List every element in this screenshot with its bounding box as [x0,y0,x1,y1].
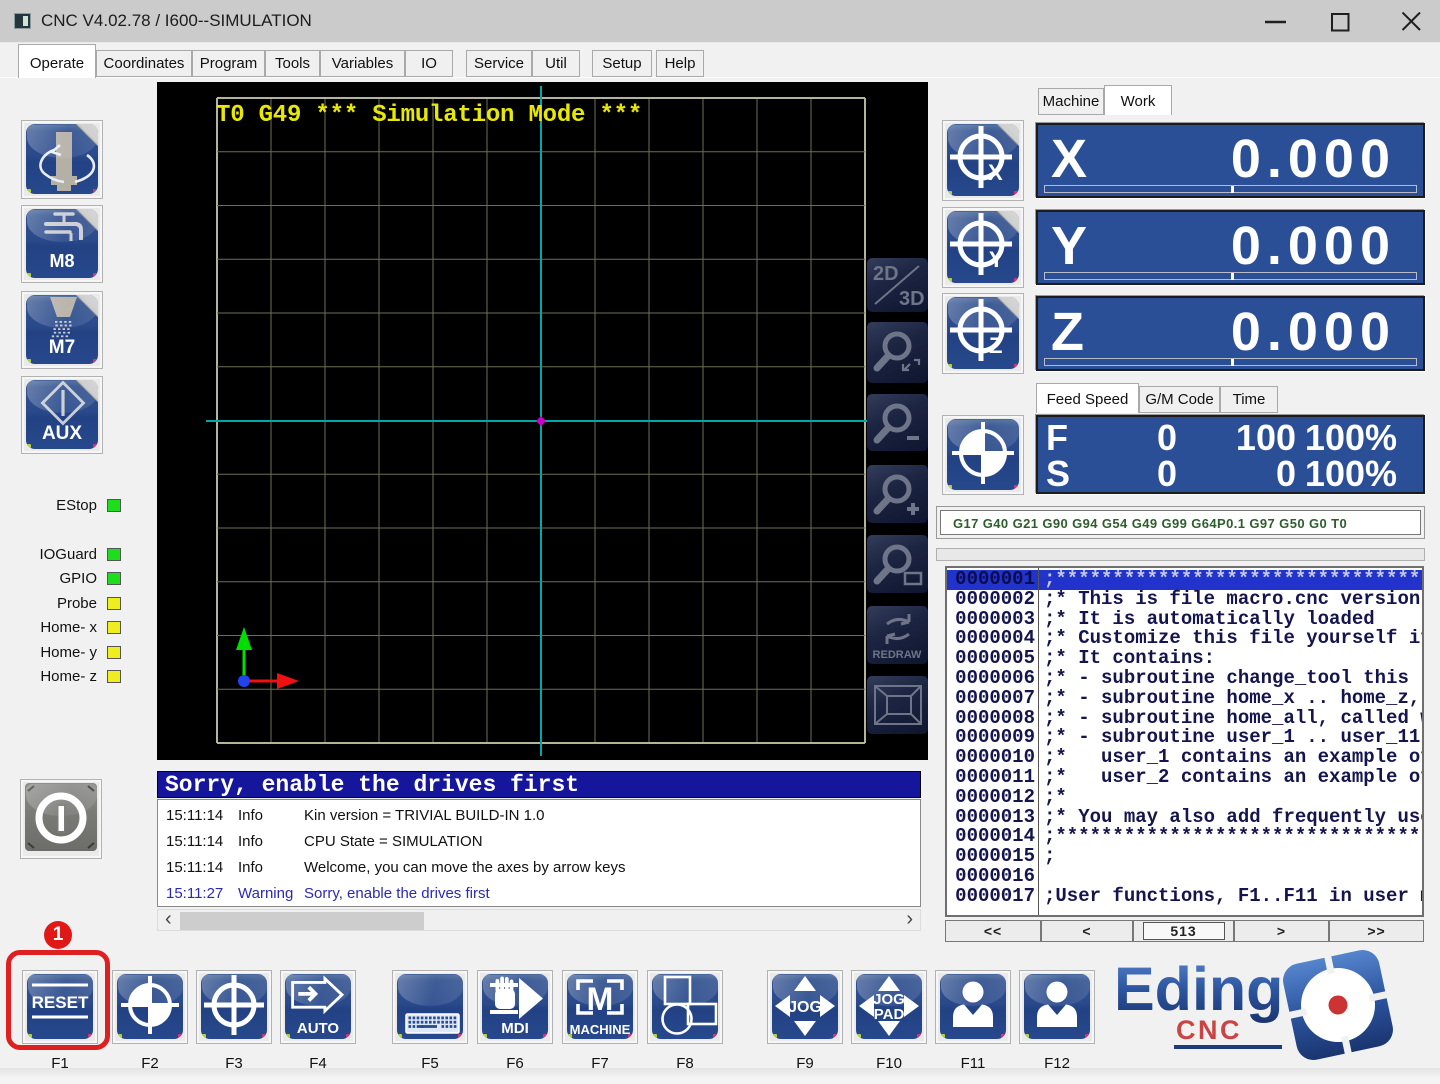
svg-text:2D: 2D [873,263,899,285]
svg-text:Z: Z [989,333,1002,358]
svg-text:Y: Y [989,247,1004,272]
svg-text:3D: 3D [899,288,925,310]
svg-text:REDRAW: REDRAW [873,649,923,661]
svg-text:PAD: PAD [874,1006,905,1023]
svg-text:CNC: CNC [1176,1015,1242,1045]
svg-text:Eding: Eding [1114,955,1283,1023]
svg-text:X: X [988,160,1003,185]
